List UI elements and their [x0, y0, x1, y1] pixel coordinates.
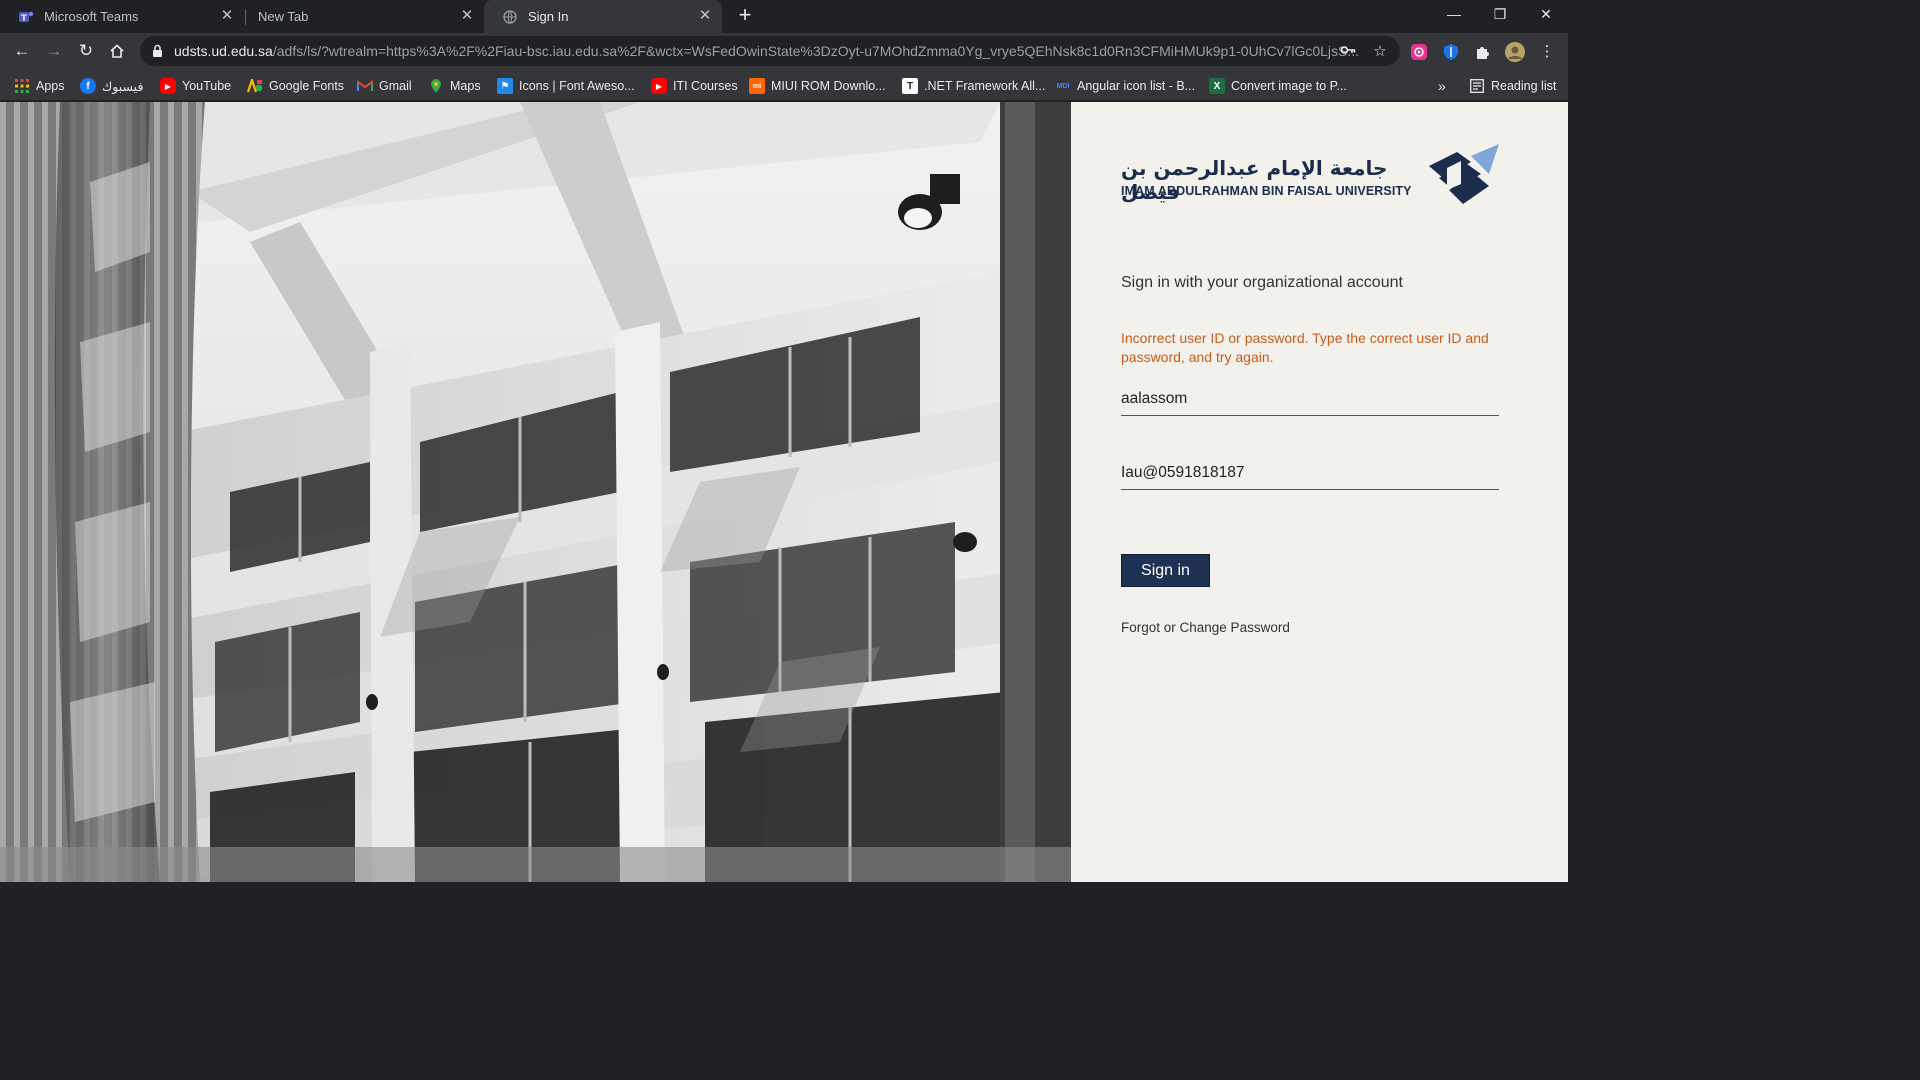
extensions-puzzle-icon[interactable]	[1473, 42, 1493, 62]
url-path: /adfs/ls/?wtrealm=https%3A%2F%2Fiau-bsc.…	[272, 43, 1360, 59]
bookmark-label: Maps	[450, 79, 481, 93]
teams-icon: T	[18, 9, 34, 25]
bookmark-label: YouTube	[182, 79, 232, 93]
reading-list-icon	[1469, 78, 1485, 94]
tab-microsoft-teams[interactable]: T Microsoft Teams ✕	[0, 0, 244, 33]
reload-icon[interactable]: ↻	[76, 41, 96, 61]
campus-building-photo	[0, 102, 1071, 882]
maps-pin-icon	[428, 78, 444, 94]
bookmark-miui-rom[interactable]: mi MIUI ROM Downlo...	[749, 75, 886, 97]
bookmark-label: MIUI ROM Downlo...	[771, 79, 886, 93]
signin-panel: جامعة الإمام عبدالرحمن بن فيصل IMAM ABDU…	[1071, 102, 1568, 882]
bookmark-maps[interactable]: Maps	[428, 75, 481, 97]
close-icon[interactable]: ✕	[220, 8, 234, 23]
bookmark-convert-image[interactable]: X Convert image to P...	[1209, 75, 1347, 97]
bookmark-apps[interactable]: Apps	[14, 75, 65, 97]
bookmark-google-fonts[interactable]: Google Fonts	[247, 75, 344, 97]
error-message: Incorrect user ID or password. Type the …	[1121, 330, 1489, 365]
bookmark-youtube[interactable]: ▶ YouTube	[160, 75, 231, 97]
bookmark-label: Convert image to P...	[1231, 79, 1347, 93]
extension-shield-icon[interactable]	[1441, 42, 1461, 62]
bookmark-font-awesome[interactable]: ⚑ Icons | Font Aweso...	[497, 75, 635, 97]
username-field[interactable]	[1121, 382, 1499, 416]
key-icon[interactable]	[1338, 42, 1358, 62]
globe-icon	[502, 9, 518, 25]
tab-label: Sign In	[528, 9, 569, 24]
close-icon[interactable]: ✕	[698, 8, 712, 23]
bookmark-label: Apps	[36, 79, 65, 93]
university-logo: جامعة الإمام عبدالرحمن بن فيصل IMAM ABDU…	[1121, 144, 1501, 208]
tab-sign-in[interactable]: Sign In ✕	[484, 0, 722, 33]
excel-icon: X	[1209, 78, 1225, 94]
bookmark-iti-courses[interactable]: ▶ ITI Courses	[651, 75, 738, 97]
bookmark-label: Icons | Font Aweso...	[519, 79, 635, 93]
page-title: Sign in with your organizational account	[1121, 274, 1403, 291]
bookmark-label: Angular icon list - B...	[1077, 79, 1196, 93]
bookmark-star-icon[interactable]: ☆	[1370, 42, 1390, 60]
logo-english-name: IMAM ABDULRAHMAN BIN FAISAL UNIVERSITY	[1121, 184, 1412, 198]
profile-avatar[interactable]	[1505, 42, 1525, 62]
mdi-icon: MDI	[1056, 82, 1070, 90]
bookmark-dotnet-framework[interactable]: T .NET Framework All...	[902, 75, 1045, 97]
url-host: udsts.ud.edu.sa	[174, 43, 273, 59]
forgot-password-link[interactable]: Forgot or Change Password	[1121, 620, 1290, 635]
youtube-icon: ▶	[160, 78, 176, 94]
svg-text:T: T	[21, 13, 27, 22]
miui-icon: mi	[749, 78, 765, 94]
bookmark-label: .NET Framework All...	[924, 79, 1046, 93]
tab-label: Microsoft Teams	[44, 9, 139, 24]
minimize-icon[interactable]: —	[1444, 6, 1464, 22]
facebook-icon: f	[80, 78, 96, 94]
bookmark-gmail[interactable]: Gmail	[357, 75, 412, 97]
bookmark-label: Gmail	[379, 79, 412, 93]
address-bar[interactable]: udsts.ud.edu.sa /adfs/ls/?wtrealm=https%…	[140, 36, 1400, 66]
sign-in-button[interactable]: Sign in	[1121, 554, 1210, 587]
menu-kebab-icon[interactable]: ⋮	[1537, 42, 1557, 60]
reading-list-label: Reading list	[1491, 79, 1557, 93]
page-content: جامعة الإمام عبدالرحمن بن فيصل IMAM ABDU…	[0, 102, 1568, 882]
t-icon: T	[902, 78, 918, 94]
tab-strip: T Microsoft Teams ✕ New Tab ✕ Sign In ✕ …	[0, 0, 1568, 33]
lock-icon[interactable]	[152, 44, 166, 58]
youtube-icon: ▶	[651, 78, 667, 94]
new-tab-button[interactable]: +	[734, 4, 756, 27]
bookmarks-bar: Apps f فيسبوك ▶ YouTube Google Fonts Gma…	[0, 70, 1568, 101]
university-emblem-icon	[1427, 144, 1501, 206]
more-bookmarks-button[interactable]: »	[1438, 75, 1446, 97]
tab-new-tab[interactable]: New Tab ✕	[240, 0, 484, 33]
flag-icon: ⚑	[497, 78, 513, 94]
google-fonts-icon	[247, 78, 263, 94]
home-icon[interactable]	[107, 41, 127, 61]
browser-toolbar: ← → ↻ udsts.ud.edu.sa /adfs/ls/?wtrealm=…	[0, 33, 1568, 70]
bookmark-label: فيسبوك	[102, 79, 144, 94]
close-window-icon[interactable]: ✕	[1536, 6, 1556, 23]
reading-list-button[interactable]: Reading list	[1469, 75, 1556, 97]
bookmark-facebook[interactable]: f فيسبوك	[80, 75, 143, 97]
bookmark-label: ITI Courses	[673, 79, 738, 93]
close-icon[interactable]: ✕	[460, 8, 474, 23]
restore-icon[interactable]: ❐	[1490, 6, 1510, 23]
gmail-icon	[357, 78, 373, 94]
bookmark-label: Google Fonts	[269, 79, 345, 93]
back-icon[interactable]: ←	[12, 41, 32, 61]
tab-label: New Tab	[258, 9, 309, 24]
forward-icon[interactable]: →	[44, 41, 64, 61]
apps-grid-icon	[14, 78, 30, 94]
extension-media-icon[interactable]	[1409, 42, 1429, 62]
password-field[interactable]	[1121, 456, 1499, 490]
bookmark-angular-icons[interactable]: MDI Angular icon list - B...	[1055, 75, 1196, 97]
